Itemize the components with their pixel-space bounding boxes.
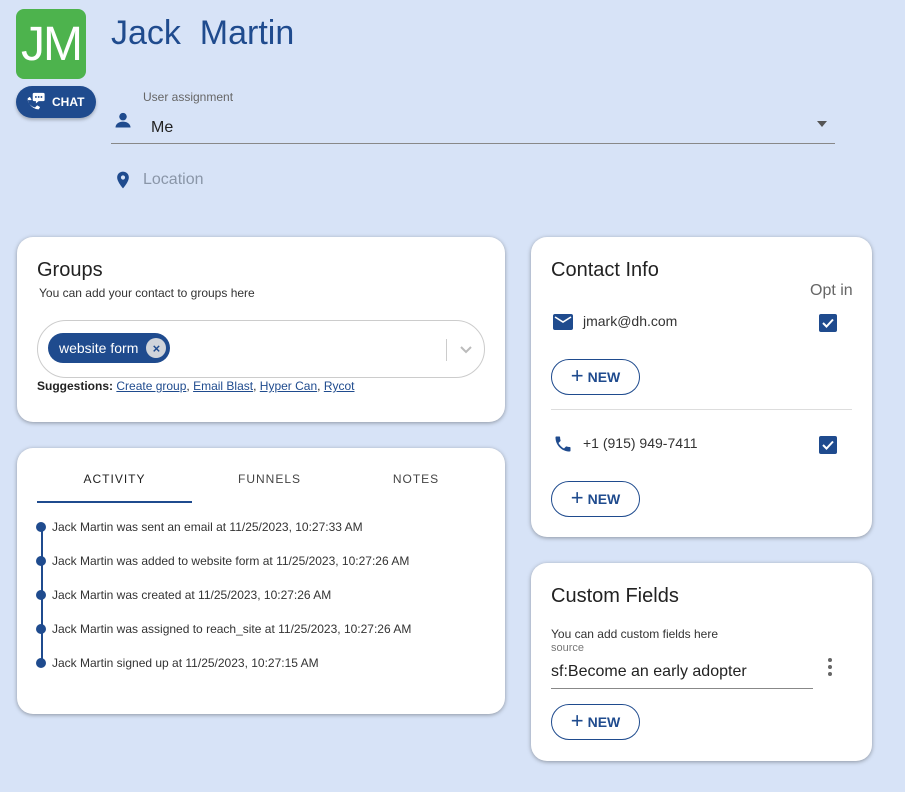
timeline-text: Jack Martin was sent an email at 11/25/2… xyxy=(52,520,363,534)
group-chip-label: website form xyxy=(59,340,139,356)
source-field-underline xyxy=(551,688,813,689)
contact-info-card: Contact Info Opt in jmark@dh.com + NEW +… xyxy=(531,237,872,537)
suggestions-label: Suggestions: xyxy=(37,379,114,393)
timeline-dot xyxy=(36,522,46,532)
timeline-dot xyxy=(36,556,46,566)
chevron-down-icon[interactable] xyxy=(458,341,474,357)
source-field-label: source xyxy=(551,642,585,654)
tab-notes[interactable]: NOTES xyxy=(347,472,485,486)
timeline-text: Jack Martin was created at 11/25/2023, 1… xyxy=(52,588,332,602)
groups-card: Groups You can add your contact to group… xyxy=(17,237,505,422)
timeline-text: Jack Martin was assigned to reach_site a… xyxy=(52,622,412,636)
phone-value[interactable]: +1 (915) 949-7411 xyxy=(583,435,698,451)
user-assignment-label: User assignment xyxy=(143,90,234,104)
group-suggestions: Suggestions: Create group, Email Blast, … xyxy=(37,379,355,393)
groups-select[interactable]: website form × xyxy=(37,320,485,378)
more-vertical-icon[interactable] xyxy=(825,657,835,677)
suggestion-rycot[interactable]: Rycot xyxy=(324,379,355,393)
custom-fields-title: Custom Fields xyxy=(551,585,679,607)
location-pin-icon xyxy=(117,171,129,189)
add-email-button-label: NEW xyxy=(587,369,621,385)
add-email-button[interactable]: + NEW xyxy=(551,359,640,395)
groups-subtitle: You can add your contact to groups here xyxy=(39,286,255,300)
chat-button[interactable]: CHAT xyxy=(16,86,96,118)
suggestion-create-group[interactable]: Create group xyxy=(116,379,186,393)
tab-funnels[interactable]: FUNNELS xyxy=(192,472,347,486)
select-separator xyxy=(446,339,447,361)
activity-card: ACTIVITY FUNNELS NOTES Jack Martin was s… xyxy=(17,448,505,714)
custom-fields-card: Custom Fields You can add custom fields … xyxy=(531,563,872,761)
opt-in-label: Opt in xyxy=(810,282,853,299)
suggestion-hyper-can[interactable]: Hyper Can xyxy=(260,379,317,393)
tab-activity[interactable]: ACTIVITY xyxy=(37,472,192,486)
chat-button-label: CHAT xyxy=(52,95,85,109)
timeline-text: Jack Martin was added to website form at… xyxy=(52,554,410,568)
add-phone-button-label: NEW xyxy=(587,491,621,507)
source-field-input[interactable]: sf:Become an early adopter xyxy=(551,663,747,681)
timeline-item: Jack Martin was added to website form at… xyxy=(36,554,409,568)
groups-title: Groups xyxy=(37,259,103,281)
person-icon xyxy=(115,112,131,128)
email-icon xyxy=(553,314,573,330)
dropdown-arrow-icon[interactable] xyxy=(817,121,827,127)
avatar: JM xyxy=(16,9,86,79)
timeline-dot xyxy=(36,590,46,600)
check-icon xyxy=(822,318,834,328)
timeline-item: Jack Martin was assigned to reach_site a… xyxy=(36,622,411,636)
plus-icon: + xyxy=(570,363,584,388)
add-custom-field-button-label: NEW xyxy=(587,714,621,730)
phone-opt-in-checkbox[interactable] xyxy=(819,436,837,454)
active-tab-indicator xyxy=(37,501,192,503)
timeline-item: Jack Martin was sent an email at 11/25/2… xyxy=(36,520,363,534)
email-value[interactable]: jmark@dh.com xyxy=(583,313,677,329)
timeline-item: Jack Martin was created at 11/25/2023, 1… xyxy=(36,588,331,602)
timeline-dot xyxy=(36,658,46,668)
user-assignment-underline xyxy=(111,143,835,144)
chat-phone-icon xyxy=(27,92,45,110)
contact-info-title: Contact Info xyxy=(551,259,659,281)
custom-fields-subtitle: You can add custom fields here xyxy=(551,627,718,641)
timeline-item: Jack Martin signed up at 11/25/2023, 10:… xyxy=(36,656,319,670)
suggestion-email-blast[interactable]: Email Blast xyxy=(193,379,253,393)
timeline-dot xyxy=(36,624,46,634)
location-input[interactable] xyxy=(143,167,823,193)
phone-icon xyxy=(555,436,571,452)
chip-remove-icon[interactable]: × xyxy=(146,338,167,358)
group-chip: website form × xyxy=(48,333,171,363)
add-custom-field-button[interactable]: + NEW xyxy=(551,704,640,740)
timeline-text: Jack Martin signed up at 11/25/2023, 10:… xyxy=(52,656,319,670)
add-phone-button[interactable]: + NEW xyxy=(551,481,640,517)
email-opt-in-checkbox[interactable] xyxy=(819,314,837,332)
plus-icon: + xyxy=(570,485,584,510)
contact-divider xyxy=(551,409,852,410)
check-icon xyxy=(822,440,834,450)
user-assignment-value: Me xyxy=(151,119,174,136)
contact-name: Jack Martin xyxy=(111,14,295,52)
plus-icon: + xyxy=(570,708,584,733)
